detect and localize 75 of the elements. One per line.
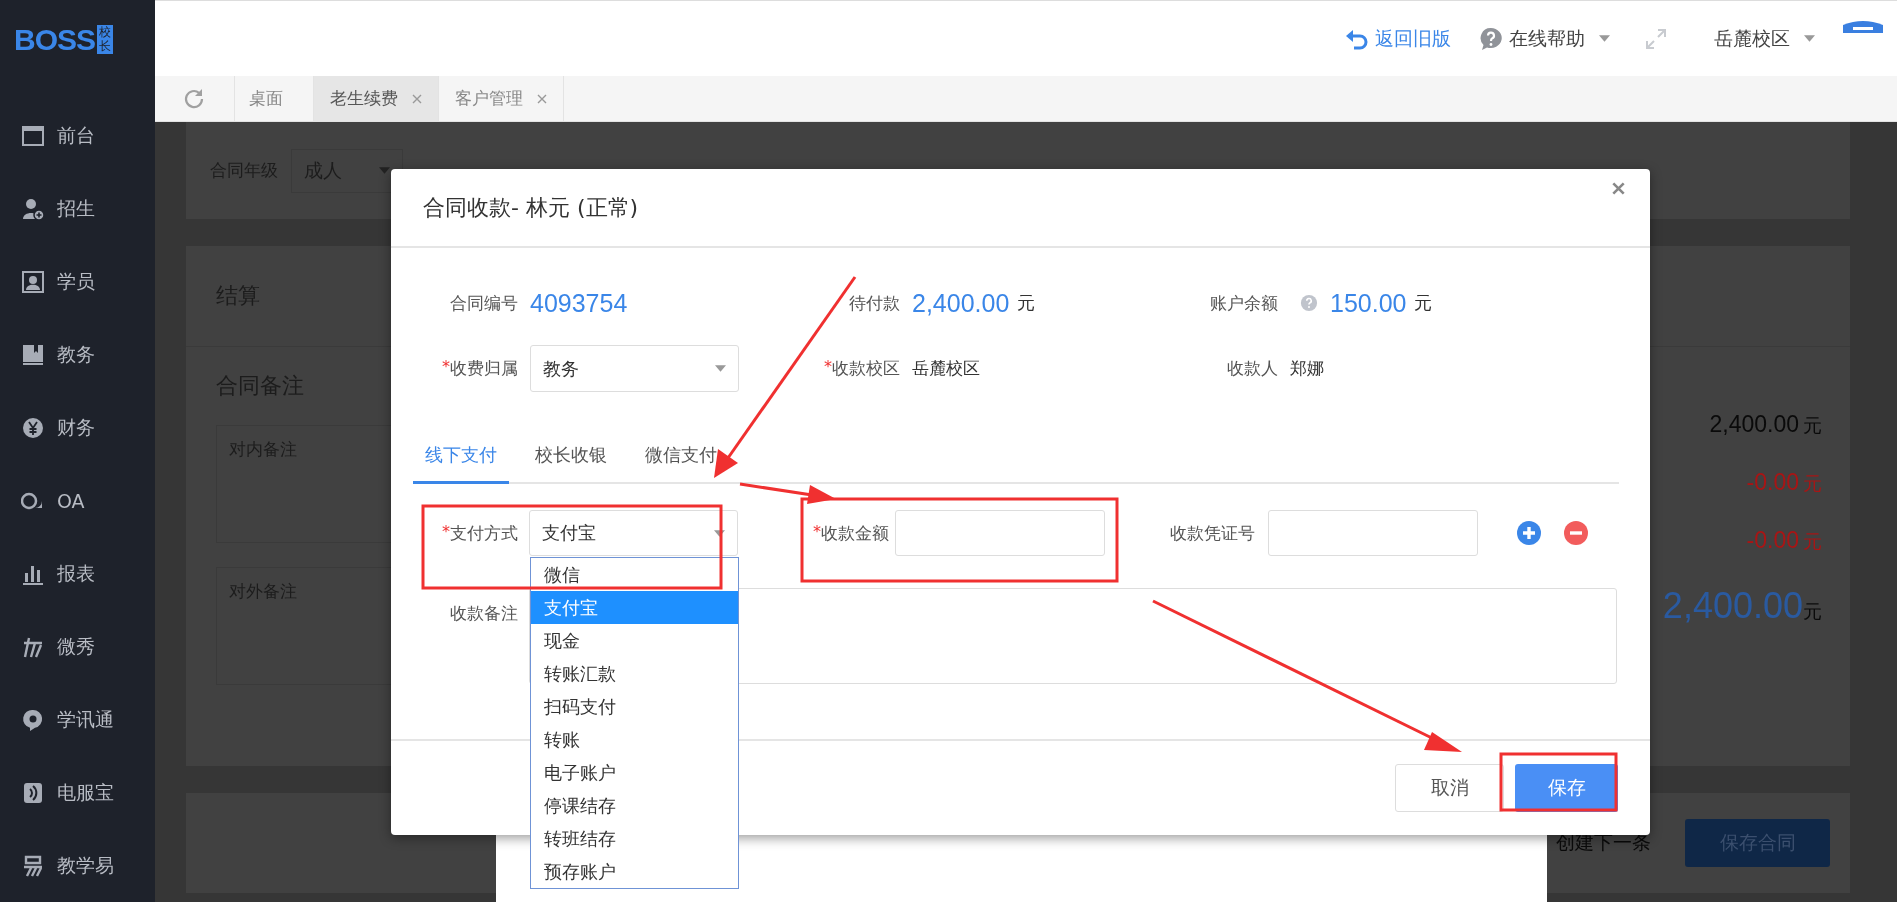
dropdown-option[interactable]: 转班结存	[531, 822, 738, 855]
user-add-icon	[21, 196, 45, 221]
help-icon[interactable]	[1300, 294, 1318, 312]
help-icon	[1479, 26, 1503, 51]
field-label: 收款人	[1226, 357, 1278, 380]
page-tab[interactable]: 老生续费	[313, 76, 438, 121]
field-label: 收款备注	[449, 602, 518, 625]
field-label: *收费归属	[441, 357, 518, 380]
field-label: 合同编号	[449, 291, 518, 315]
sidebar-item[interactable]: OA	[0, 464, 155, 537]
payment-tab[interactable]: 线下支付	[413, 428, 509, 484]
field-value: 郑娜	[1290, 357, 1324, 380]
contact-icon	[21, 269, 45, 294]
voucher-input[interactable]	[1268, 510, 1478, 556]
field-label: 收款凭证号	[1169, 521, 1255, 545]
payment-tab[interactable]: 校长收银	[523, 428, 619, 484]
campus-menu[interactable]: 岳麓校区	[1714, 25, 1815, 52]
unit-label: 元	[1414, 291, 1433, 315]
field-value: 150.00	[1330, 288, 1407, 318]
dropdown-option[interactable]: 电子账户	[531, 756, 738, 789]
select-field[interactable]: 支付宝	[529, 510, 738, 556]
caret-icon	[1599, 35, 1610, 42]
dropdown-option[interactable]: 转账	[531, 723, 738, 756]
remove-icon[interactable]	[1564, 521, 1588, 545]
sidebar-item[interactable]: 前台	[0, 99, 155, 172]
caret-icon	[715, 365, 726, 372]
dropdown-option[interactable]: 扫码支付	[531, 690, 738, 723]
dropdown-option[interactable]: 停课结存	[531, 789, 738, 822]
caret-icon	[714, 529, 725, 537]
amount-value: -0.00 元	[1746, 469, 1822, 497]
sidebar-item[interactable]: 财务	[0, 391, 155, 464]
add-icon[interactable]	[1517, 521, 1541, 545]
caret-icon	[1804, 35, 1815, 42]
close-icon[interactable]	[537, 93, 547, 104]
sidebar-item[interactable]: 教学易	[0, 829, 155, 902]
back-link[interactable]: 返回旧版	[1345, 25, 1451, 52]
select-field[interactable]: 教务	[530, 345, 739, 392]
field-label: *支付方式	[441, 521, 518, 545]
window-icon	[21, 123, 45, 148]
close-icon[interactable]	[412, 93, 422, 104]
field-value: 2,400.00	[912, 288, 1010, 318]
field-value: 4093754	[530, 288, 628, 318]
close-icon[interactable]	[1612, 182, 1625, 195]
book-icon	[21, 342, 45, 367]
field-label: 待付款	[848, 291, 900, 315]
field-label: *收款金额	[812, 521, 889, 545]
sidebar-item[interactable]: 微秀	[0, 610, 155, 683]
sidebar-item[interactable]: 招生	[0, 172, 155, 245]
sidebar-item[interactable]: 学员	[0, 245, 155, 318]
payment-tab[interactable]: 微信支付	[633, 428, 729, 484]
dropdown-option[interactable]: 转账汇款	[531, 657, 738, 690]
dropdown-option[interactable]: 微信	[531, 558, 738, 591]
field-label: 账户余额	[1209, 291, 1278, 315]
pin-icon	[21, 707, 45, 732]
dialog-title: 合同收款- 林元 (正常)	[423, 193, 639, 222]
sidebar-item[interactable]: 学讯通	[0, 683, 155, 756]
cancel-button[interactable]: 取消	[1395, 764, 1504, 812]
amount-input[interactable]	[895, 510, 1105, 556]
caret-icon	[379, 167, 390, 174]
dropdown-option[interactable]: 预存账户	[531, 855, 738, 888]
sidebar-item[interactable]: 教务	[0, 318, 155, 391]
amount-value: -0.00 元	[1746, 527, 1822, 555]
field-label: *收款校区	[823, 357, 900, 380]
logo-badge: 校长	[97, 25, 114, 54]
sidebar-item[interactable]: 报表	[0, 537, 155, 610]
unit-label: 元	[1017, 291, 1036, 315]
wave-icon	[21, 853, 45, 878]
phone-icon	[21, 780, 45, 805]
logo: BOSS	[14, 22, 96, 57]
help-menu[interactable]: 在线帮助	[1479, 25, 1610, 52]
expand-icon[interactable]	[1644, 26, 1668, 51]
yen-icon	[21, 415, 45, 440]
sidebar-item[interactable]: 电服宝	[0, 756, 155, 829]
field-value: 岳麓校区	[912, 357, 980, 380]
dropdown-option[interactable]: 现金	[531, 624, 738, 657]
